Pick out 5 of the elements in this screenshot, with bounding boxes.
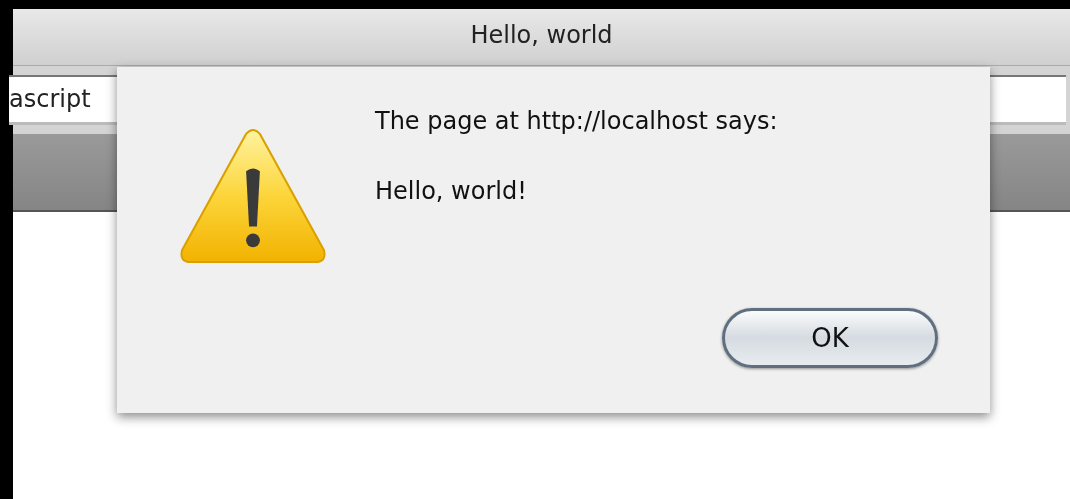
ok-button[interactable]: OK — [722, 308, 938, 368]
window-title: Hello, world — [470, 21, 613, 49]
alert-message: Hello, world! — [375, 177, 528, 205]
alert-heading: The page at http://localhost says: — [375, 107, 779, 135]
warning-icon — [178, 128, 328, 266]
